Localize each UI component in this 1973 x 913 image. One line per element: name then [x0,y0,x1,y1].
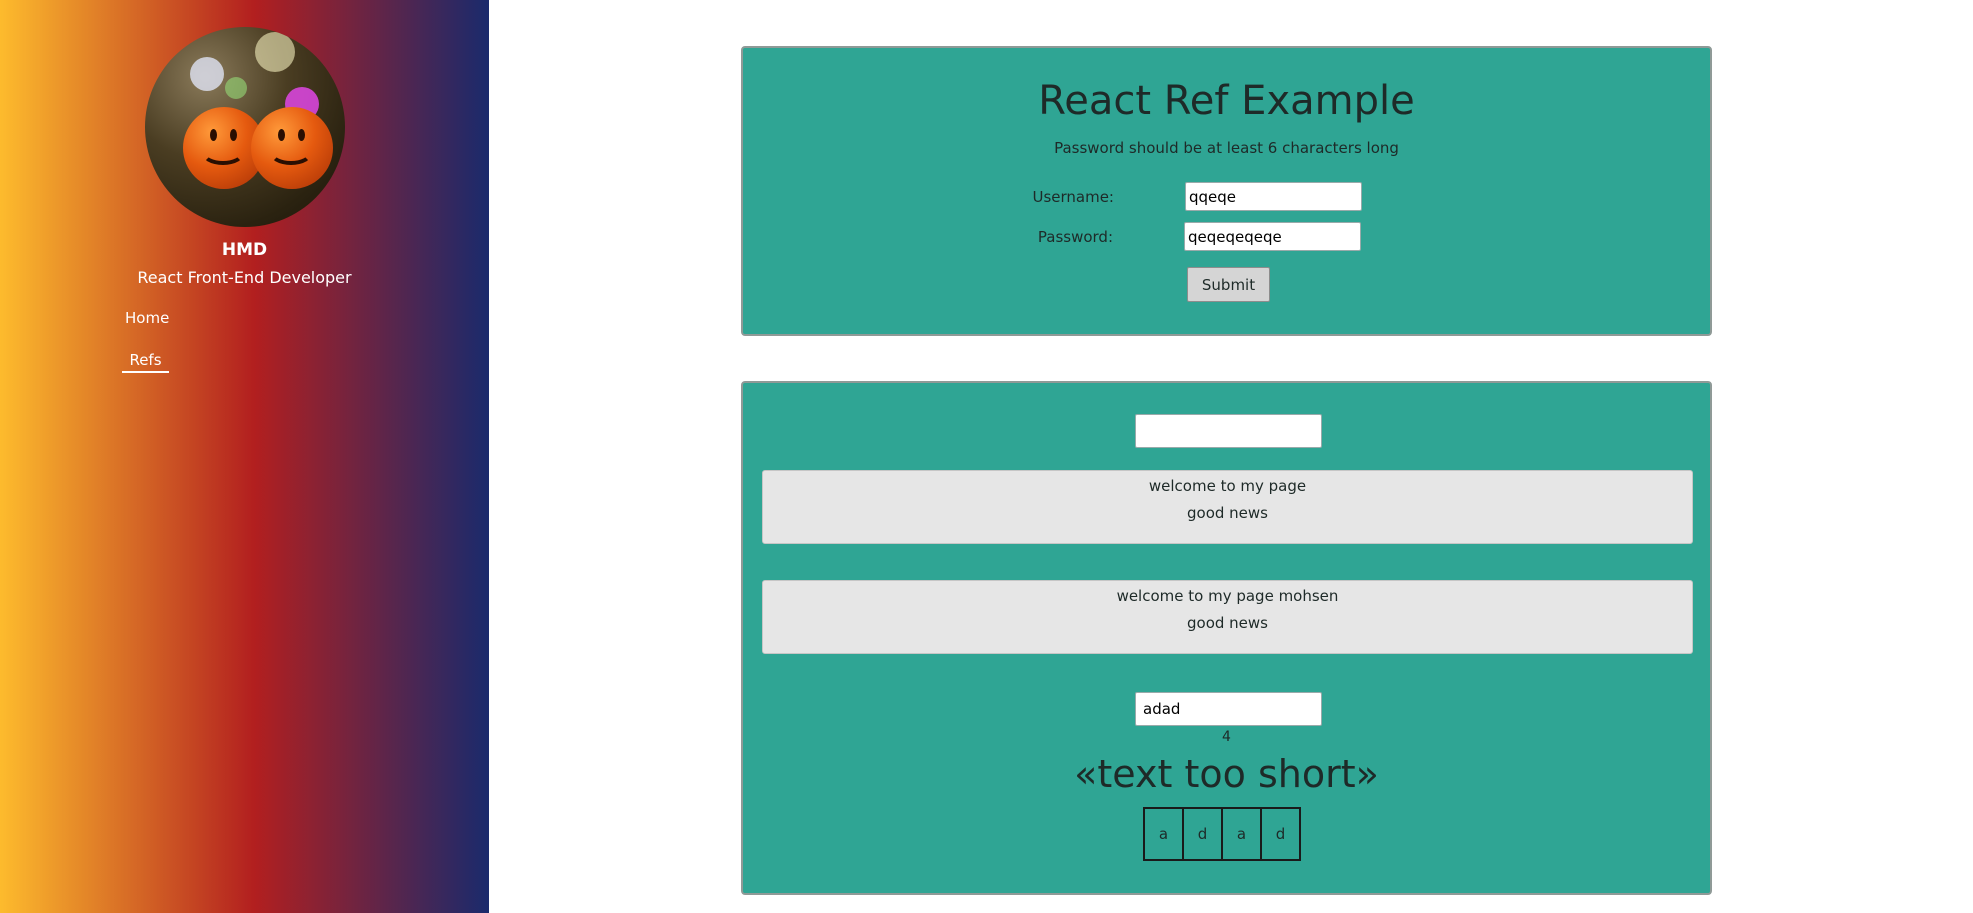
message-box: welcome to my page mohsen good news [762,580,1693,654]
bokeh-light [225,77,247,99]
char-cell: a [1221,807,1262,861]
message-box: welcome to my page good news [762,470,1693,544]
char-count: 4 [1222,729,1231,745]
message-body: good news [1187,614,1268,632]
char-cell: a [1143,807,1184,861]
password-hint: Password should be at least 6 characters… [1054,139,1399,157]
message-body: good news [1187,504,1268,522]
sidebar: HMD React Front-End Developer Home Refs [0,0,489,913]
password-label: Password: [1037,228,1113,246]
char-list: a d a d [1143,807,1301,861]
message-title: welcome to my page mohsen [1116,587,1339,605]
nav-link-home[interactable]: Home [125,309,169,327]
password-input[interactable] [1184,222,1361,251]
text-input[interactable] [1135,692,1322,726]
profile-role: React Front-End Developer [137,268,352,287]
bokeh-light [255,32,295,72]
avatar [145,27,345,227]
username-input[interactable] [1185,182,1362,211]
smiley-ball-icon [251,107,333,189]
char-cell: d [1182,807,1223,861]
ref-example-card: React Ref Example Password should be at … [741,46,1712,336]
char-cell: d [1260,807,1301,861]
profile-name: HMD [221,240,268,260]
message-title: welcome to my page [1148,477,1307,495]
bokeh-light [190,57,224,91]
submit-button[interactable]: Submit [1187,267,1270,302]
card-title: React Ref Example [1038,78,1415,124]
focus-input[interactable] [1135,414,1322,448]
nav-link-refs[interactable]: Refs [122,351,169,373]
refs-demo-card: welcome to my page good news welcome to … [741,381,1712,895]
status-message: «text too short» [1074,752,1379,796]
username-label: Username: [1032,188,1114,206]
